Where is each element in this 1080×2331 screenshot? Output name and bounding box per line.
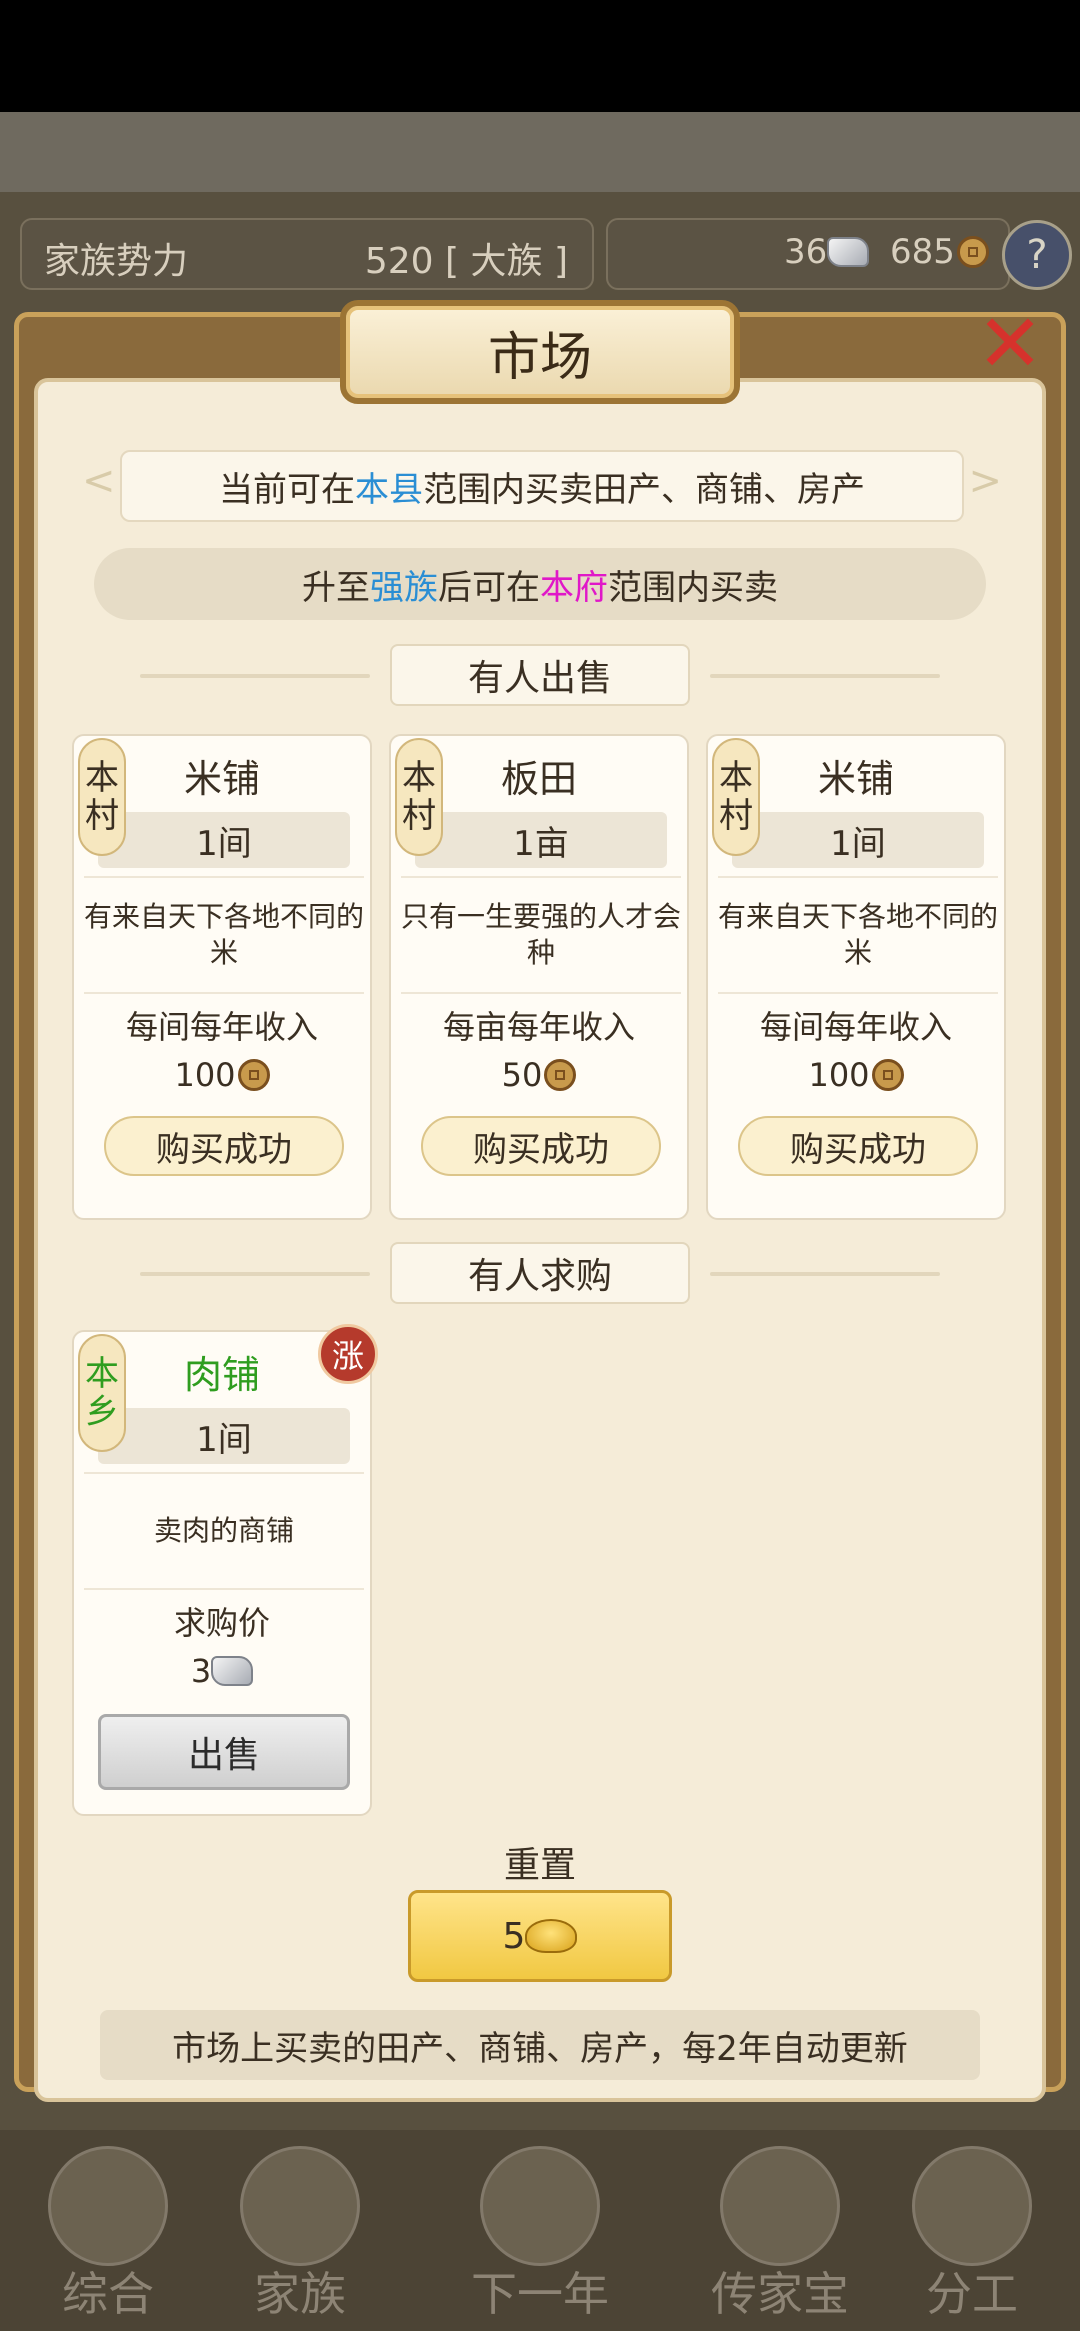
silver-ingot-icon: [827, 237, 870, 267]
silver-ingot-icon: [211, 1656, 254, 1686]
wanted-header: 有人求购: [140, 1242, 940, 1304]
status-bar: [0, 0, 1080, 112]
help-button[interactable]: ?: [1002, 220, 1072, 290]
family-power-value: 520 [ 大族 ]: [364, 241, 568, 282]
wanted-title: 有人求购: [390, 1242, 690, 1304]
background-top: [0, 112, 1080, 192]
item-quantity: 1间: [732, 812, 984, 868]
location-tag: 本村: [78, 738, 126, 856]
refresh-note: 市场上买卖的田产、商铺、房产，每2年自动更新: [100, 2010, 980, 2080]
people-icon: [912, 2146, 1032, 2266]
income-value: 100: [74, 1056, 370, 1094]
copper-coin-icon: [237, 1059, 270, 1091]
sale-card: 米铺 1间 本村 有来自天下各地不同的米 每间每年收入 100 购买成功: [72, 734, 372, 1220]
item-description: 有来自天下各地不同的米: [718, 876, 998, 994]
item-description: 卖肉的商铺: [84, 1472, 364, 1590]
upgrade-hint: 升至 强族 后可在 本府 范围内买卖: [94, 548, 986, 620]
wanted-card: 肉铺 1间 本乡 涨 卖肉的商铺 求购价 3 出售: [72, 1324, 378, 1816]
reset-button[interactable]: 5: [408, 1890, 672, 1982]
treasure-icon: [720, 2146, 840, 2266]
currency-bar: 36 685: [606, 218, 1010, 290]
nav-next-year[interactable]: 下一年: [440, 2140, 640, 2331]
item-quantity: 1间: [98, 1408, 350, 1464]
item-quantity: 1亩: [415, 812, 667, 868]
income-value: 100: [708, 1056, 1004, 1094]
bottom-nav: 综合 家族 下一年 传家宝 分工: [0, 2140, 1080, 2331]
mountain-icon: [480, 2146, 600, 2266]
buy-button[interactable]: 购买成功: [104, 1116, 344, 1176]
banner-right-ornament: >: [968, 458, 1002, 504]
family-power-bar: 家族势力 520 [ 大族 ]: [20, 218, 594, 290]
copper-coin-icon: [956, 236, 989, 268]
nav-general[interactable]: 综合: [8, 2140, 208, 2331]
for-sale-header: 有人出售: [140, 644, 940, 706]
buy-button[interactable]: 购买成功: [738, 1116, 978, 1176]
nav-division[interactable]: 分工: [872, 2140, 1072, 2331]
gold-ingot-icon: [525, 1919, 578, 1953]
price-rise-badge: 涨: [318, 1324, 378, 1384]
family-power-label: 家族势力: [44, 241, 189, 282]
copper-count: 685: [890, 232, 989, 272]
copper-coin-icon: [871, 1059, 904, 1091]
nav-family[interactable]: 家族: [200, 2140, 400, 2331]
for-sale-title: 有人出售: [390, 644, 690, 706]
sale-card: 米铺 1间 本村 有来自天下各地不同的米 每间每年收入 100 购买成功: [706, 734, 1006, 1220]
hall-icon: [240, 2146, 360, 2266]
close-button[interactable]: ✕: [968, 302, 1052, 386]
location-tag: 本乡: [78, 1334, 126, 1452]
sell-button[interactable]: 出售: [98, 1714, 350, 1790]
income-label: 每亩每年收入: [442, 1008, 635, 1046]
copper-coin-icon: [544, 1059, 577, 1091]
income-label: 每间每年收入: [759, 1008, 952, 1046]
silver-count: 36: [784, 232, 870, 272]
offer-price-value: 3: [74, 1652, 370, 1690]
item-quantity: 1间: [98, 812, 350, 868]
reset-label: 重置: [503, 1845, 576, 1886]
sale-card: 板田 1亩 本村 只有一生要强的人才会种 每亩每年收入 50 购买成功: [389, 734, 689, 1220]
scroll-icon: [48, 2146, 168, 2266]
location-tag: 本村: [712, 738, 760, 856]
income-label: 每间每年收入: [125, 1008, 318, 1046]
location-tag: 本村: [395, 738, 443, 856]
nav-heirloom[interactable]: 传家宝: [680, 2140, 880, 2331]
item-description: 只有一生要强的人才会种: [401, 876, 681, 994]
dialog-title: 市场: [340, 300, 740, 404]
item-description: 有来自天下各地不同的米: [84, 876, 364, 994]
buy-button[interactable]: 购买成功: [421, 1116, 661, 1176]
banner-left-ornament: <: [82, 458, 116, 504]
trade-scope-info: < 当前可在 本县 范围内买卖田产、商铺、房产 >: [82, 450, 1002, 522]
offer-price-label: 求购价: [173, 1604, 270, 1642]
income-value: 50: [391, 1056, 687, 1094]
